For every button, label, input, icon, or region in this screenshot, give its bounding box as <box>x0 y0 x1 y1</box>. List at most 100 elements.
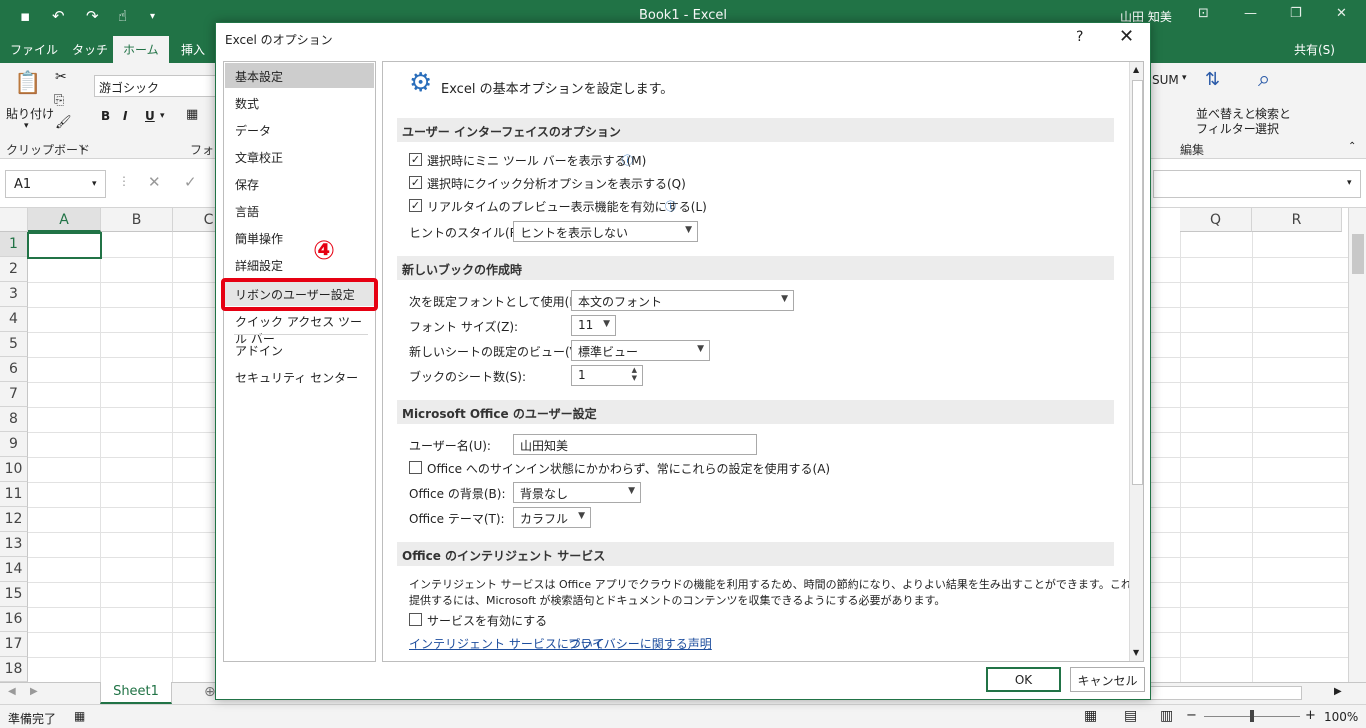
ribbon-display-icon[interactable]: ⊡ <box>1198 6 1209 21</box>
name-box[interactable]: A1 <box>5 170 106 198</box>
horizontal-scrollbar[interactable] <box>1150 686 1302 700</box>
ok-button[interactable]: OK <box>986 667 1061 692</box>
office-background-select[interactable]: 背景なし ▼ <box>513 482 641 503</box>
row-header[interactable]: 12 <box>0 507 28 532</box>
nav-item-accessibility[interactable]: 簡単操作 <box>225 225 374 250</box>
copy-icon[interactable]: ⎘ <box>54 93 64 108</box>
scroll-thumb[interactable] <box>1352 234 1364 274</box>
nav-item-addins[interactable]: アドイン <box>225 337 374 362</box>
active-cell-a1[interactable] <box>27 232 102 259</box>
tab-home[interactable]: ホーム <box>113 36 169 63</box>
close-window-icon[interactable]: ✕ <box>1336 6 1347 21</box>
row-header[interactable]: 8 <box>0 407 28 432</box>
nav-item-general[interactable]: 基本設定 <box>225 63 374 88</box>
zoom-level[interactable]: 100% <box>1324 710 1358 724</box>
content-scroll-thumb[interactable] <box>1132 80 1143 485</box>
column-header-a[interactable]: A <box>28 208 101 232</box>
nav-item-trust-center[interactable]: セキュリティ センター <box>225 364 374 389</box>
zoom-slider-thumb[interactable] <box>1250 710 1254 722</box>
office-theme-select[interactable]: カラフル ▼ <box>513 507 591 528</box>
row-header[interactable]: 7 <box>0 382 28 407</box>
scroll-right-icon[interactable]: ▶ <box>1334 686 1342 697</box>
zoom-out-icon[interactable]: − <box>1186 708 1197 723</box>
nav-item-quick-access-toolbar[interactable]: クイック アクセス ツール バー <box>225 308 374 346</box>
nav-item-data[interactable]: データ <box>225 117 374 142</box>
sheet-tab-sheet1[interactable]: Sheet1 <box>100 682 172 704</box>
formula-input[interactable] <box>1153 170 1361 198</box>
formula-splitter-icon[interactable]: ⋮ <box>118 174 130 188</box>
cut-icon[interactable]: ✂ <box>55 69 67 85</box>
find-select-label-2[interactable]: 選択 <box>1255 120 1279 137</box>
share-button[interactable]: 共有(S) <box>1294 41 1335 58</box>
sheet-count-stepper[interactable]: 1 ▲ ▼ <box>571 365 643 386</box>
collapse-ribbon-icon[interactable]: ⌃ <box>1348 141 1356 152</box>
name-box-dropdown-icon[interactable]: ▾ <box>92 179 97 189</box>
always-use-checkbox[interactable] <box>409 461 422 474</box>
expand-formula-icon[interactable]: ▾ <box>1347 178 1352 188</box>
underline-button[interactable]: U <box>145 109 155 123</box>
default-font-select[interactable]: 本文のフォント ▼ <box>571 290 794 311</box>
zoom-in-icon[interactable]: + <box>1305 708 1316 723</box>
normal-view-icon[interactable]: ▦ <box>1084 708 1097 724</box>
autosum-dropdown-icon[interactable]: ▾ <box>1182 73 1187 83</box>
scroll-down-icon[interactable]: ▼ <box>1133 648 1139 657</box>
row-header[interactable]: 10 <box>0 457 28 482</box>
quick-analysis-checkbox[interactable]: ✓ <box>409 176 422 189</box>
tip-style-select[interactable]: ヒントを表示しない ▼ <box>513 221 698 242</box>
row-header[interactable]: 13 <box>0 532 28 557</box>
row-header[interactable]: 15 <box>0 582 28 607</box>
row-header[interactable]: 5 <box>0 332 28 357</box>
border-icon[interactable]: ▦ <box>186 107 198 122</box>
row-header[interactable]: 4 <box>0 307 28 332</box>
mini-toolbar-checkbox[interactable]: ✓ <box>409 153 422 166</box>
prev-sheet-icon[interactable]: ◀ <box>8 686 16 697</box>
default-view-select[interactable]: 標準ビュー ▼ <box>571 340 710 361</box>
tab-insert[interactable]: 挿入 <box>181 41 205 58</box>
minimize-icon[interactable]: — <box>1244 6 1257 21</box>
nav-item-save[interactable]: 保存 <box>225 171 374 196</box>
format-painter-icon[interactable]: 🖌 <box>55 115 72 130</box>
add-sheet-icon[interactable]: ⊕ <box>204 684 216 700</box>
confirm-entry-icon[interactable]: ✓ <box>184 173 197 191</box>
nav-item-formulas[interactable]: 数式 <box>225 90 374 115</box>
row-header[interactable]: 18 <box>0 657 28 682</box>
tab-touch[interactable]: タッチ <box>72 41 108 58</box>
sort-filter-label-2[interactable]: フィルター <box>1196 120 1256 137</box>
username-input[interactable]: 山田知美 <box>513 434 757 455</box>
row-header[interactable]: 9 <box>0 432 28 457</box>
row-header[interactable]: 11 <box>0 482 28 507</box>
close-dialog-button[interactable]: ✕ <box>1119 26 1134 47</box>
column-header-q[interactable]: Q <box>1180 208 1252 232</box>
next-sheet-icon[interactable]: ▶ <box>30 686 38 697</box>
row-header[interactable]: 3 <box>0 282 28 307</box>
clipboard-launcher-icon[interactable]: ↘ <box>78 143 86 153</box>
page-break-icon[interactable]: ▥ <box>1160 708 1173 724</box>
font-name-select[interactable]: 游ゴシック <box>94 75 218 97</box>
cancel-entry-icon[interactable]: ✕ <box>148 173 161 191</box>
row-header[interactable]: 1 <box>0 232 28 257</box>
scroll-up-icon[interactable]: ▲ <box>1133 65 1139 74</box>
privacy-statement-link[interactable]: プライバシーに関する声明 <box>568 635 712 652</box>
column-header-r[interactable]: R <box>1252 208 1342 232</box>
vertical-scrollbar[interactable] <box>1348 208 1366 682</box>
row-header[interactable]: 6 <box>0 357 28 382</box>
row-header[interactable]: 14 <box>0 557 28 582</box>
nav-item-proofing[interactable]: 文章校正 <box>225 144 374 169</box>
macro-record-icon[interactable]: ▦ <box>74 709 85 723</box>
maximize-icon[interactable]: ❐ <box>1290 6 1302 21</box>
paste-button[interactable]: 貼り付け <box>6 105 54 122</box>
tab-file[interactable]: ファイル <box>10 41 58 58</box>
bold-button[interactable]: B <box>101 109 110 123</box>
cancel-button[interactable]: キャンセル <box>1070 667 1145 692</box>
italic-button[interactable]: I <box>123 109 127 123</box>
row-header[interactable]: 17 <box>0 632 28 657</box>
live-preview-checkbox[interactable]: ✓ <box>409 199 422 212</box>
enable-services-checkbox[interactable] <box>409 613 422 626</box>
row-header[interactable]: 16 <box>0 607 28 632</box>
autosum-button[interactable]: SUM <box>1152 73 1179 87</box>
stepper-arrows-icon[interactable]: ▲ ▼ <box>632 366 637 382</box>
font-size-select[interactable]: 11 ▼ <box>571 315 616 336</box>
help-button[interactable]: ? <box>1076 29 1083 45</box>
page-layout-icon[interactable]: ▤ <box>1124 708 1137 724</box>
underline-dropdown-icon[interactable]: ▾ <box>160 111 165 121</box>
